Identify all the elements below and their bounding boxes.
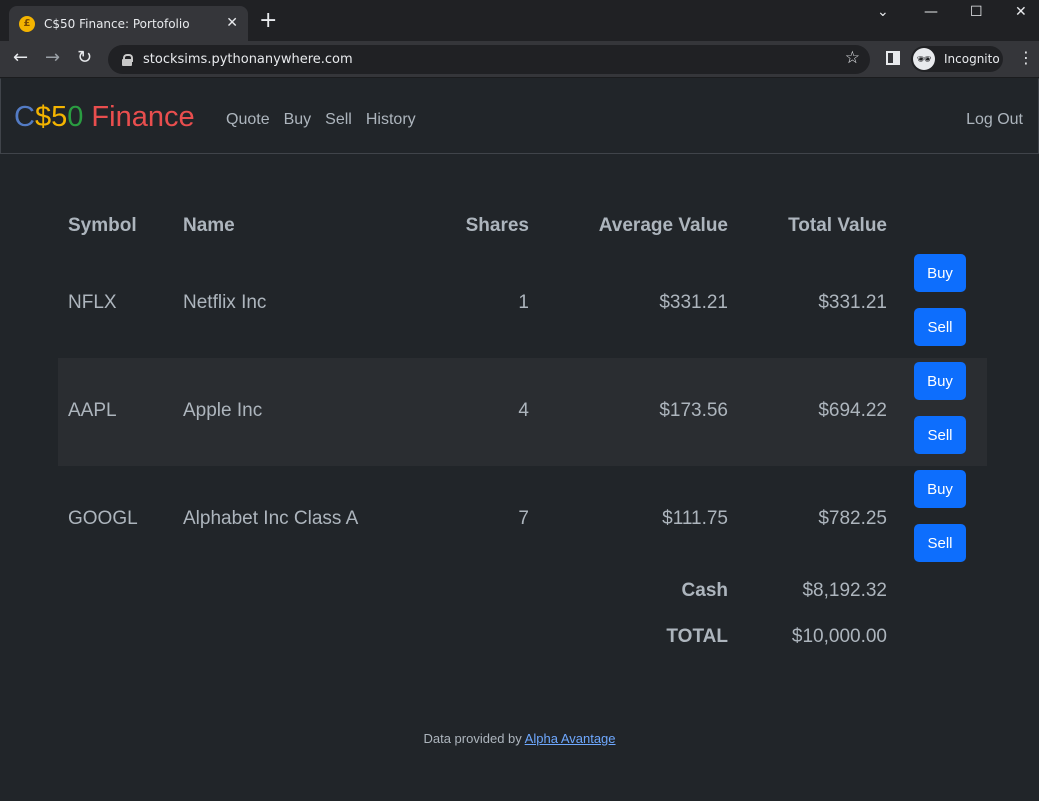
cash-label: Cash bbox=[681, 580, 728, 601]
browser-titlebar: £ C$50 Finance: Portofolio ✕ + ⌄ — ☐ ✕ bbox=[0, 0, 1039, 41]
tab-search-icon[interactable]: ⌄ bbox=[877, 4, 889, 20]
favicon-icon: £ bbox=[19, 15, 35, 32]
cell-name: Netflix Inc bbox=[183, 292, 267, 313]
lock-icon[interactable] bbox=[122, 53, 133, 66]
tab-title: C$50 Finance: Portofolio bbox=[44, 16, 190, 31]
cell-shares: 4 bbox=[518, 400, 529, 421]
nav-quote[interactable]: Quote bbox=[226, 111, 270, 129]
nav-history[interactable]: History bbox=[366, 111, 416, 129]
minimize-icon[interactable]: — bbox=[924, 4, 938, 20]
table-header: Symbol Name Shares Average Value Total V… bbox=[58, 190, 987, 250]
table-row: NFLX Netflix Inc 1 $331.21 $331.21 Buy S… bbox=[58, 250, 987, 358]
reload-icon[interactable]: ↻ bbox=[77, 48, 92, 68]
nav-links: Quote Buy Sell History bbox=[226, 111, 416, 129]
cell-total-value: $331.21 bbox=[818, 292, 887, 313]
alpha-avantage-link[interactable]: Alpha Avantage bbox=[525, 731, 616, 746]
cell-symbol: NFLX bbox=[68, 292, 117, 313]
header-symbol: Symbol bbox=[68, 215, 137, 236]
sell-button[interactable]: Sell bbox=[914, 416, 966, 454]
browser-toolbar: ← → ↻ stocksims.pythonanywhere.com ☆ bbox=[0, 41, 1039, 78]
brand-part: C bbox=[14, 101, 35, 133]
cell-symbol: GOOGL bbox=[68, 508, 138, 529]
maximize-icon[interactable]: ☐ bbox=[970, 4, 983, 20]
site-navbar: C$50 Finance Quote Buy Sell History Log … bbox=[0, 78, 1039, 154]
incognito-indicator[interactable]: 🕶 Incognito bbox=[911, 46, 1003, 72]
buy-button[interactable]: Buy bbox=[914, 470, 966, 508]
portfolio-table: Symbol Name Shares Average Value Total V… bbox=[58, 190, 987, 666]
header-name: Name bbox=[183, 215, 235, 236]
buy-button[interactable]: Buy bbox=[914, 254, 966, 292]
side-panel-icon[interactable] bbox=[886, 51, 900, 65]
cell-name: Apple Inc bbox=[183, 400, 263, 421]
cell-total-value: $782.25 bbox=[818, 508, 887, 529]
brand-part: 5 bbox=[51, 101, 68, 133]
browser-tab[interactable]: £ C$50 Finance: Portofolio ✕ bbox=[9, 6, 248, 41]
table-row: GOOGL Alphabet Inc Class A 7 $111.75 $78… bbox=[58, 466, 987, 574]
brand-part: $ bbox=[34, 101, 52, 133]
close-tab-icon[interactable]: ✕ bbox=[226, 15, 238, 31]
cell-average-value: $173.56 bbox=[659, 400, 728, 421]
cash-row: Cash $8,192.32 bbox=[58, 574, 987, 620]
header-average-value: Average Value bbox=[598, 215, 728, 236]
page: C$50 Finance Quote Buy Sell History Log … bbox=[0, 78, 1039, 801]
brand-part: 0 bbox=[67, 101, 84, 133]
cell-average-value: $111.75 bbox=[662, 508, 728, 529]
sell-button[interactable]: Sell bbox=[914, 308, 966, 346]
bookmark-star-icon[interactable]: ☆ bbox=[845, 48, 860, 68]
page-footer: Data provided by Alpha Avantage bbox=[0, 731, 1039, 746]
brand-part: Finance bbox=[83, 101, 195, 133]
address-bar[interactable]: stocksims.pythonanywhere.com ☆ bbox=[108, 45, 870, 74]
header-total-value: Total Value bbox=[788, 215, 887, 236]
header-shares: Shares bbox=[465, 215, 529, 236]
total-row: TOTAL $10,000.00 bbox=[58, 620, 987, 666]
cell-shares: 1 bbox=[518, 292, 529, 313]
footer-text: Data provided by bbox=[423, 731, 525, 746]
cell-symbol: AAPL bbox=[68, 400, 117, 421]
incognito-icon: 🕶 bbox=[913, 48, 935, 70]
url-text[interactable]: stocksims.pythonanywhere.com bbox=[143, 52, 353, 67]
buy-button[interactable]: Buy bbox=[914, 362, 966, 400]
cell-name: Alphabet Inc Class A bbox=[183, 508, 359, 529]
total-label: TOTAL bbox=[666, 626, 728, 647]
cell-shares: 7 bbox=[518, 508, 529, 529]
cell-average-value: $331.21 bbox=[659, 292, 728, 313]
incognito-label: Incognito bbox=[944, 52, 1000, 66]
close-window-icon[interactable]: ✕ bbox=[1015, 4, 1027, 20]
brand-logo[interactable]: C$50 Finance bbox=[14, 101, 195, 134]
sell-button[interactable]: Sell bbox=[914, 524, 966, 562]
cash-value: $8,192.32 bbox=[802, 580, 887, 601]
browser-menu-icon[interactable]: ⋮ bbox=[1018, 48, 1034, 67]
total-value: $10,000.00 bbox=[791, 626, 887, 647]
nav-buy[interactable]: Buy bbox=[284, 111, 312, 129]
forward-icon[interactable]: → bbox=[45, 48, 60, 68]
table-row: AAPL Apple Inc 4 $173.56 $694.22 Buy Sel… bbox=[58, 358, 987, 466]
nav-sell[interactable]: Sell bbox=[325, 111, 352, 129]
logout-link[interactable]: Log Out bbox=[966, 111, 1023, 129]
back-icon[interactable]: ← bbox=[13, 48, 28, 68]
cell-total-value: $694.22 bbox=[818, 400, 887, 421]
new-tab-icon[interactable]: + bbox=[259, 10, 277, 32]
